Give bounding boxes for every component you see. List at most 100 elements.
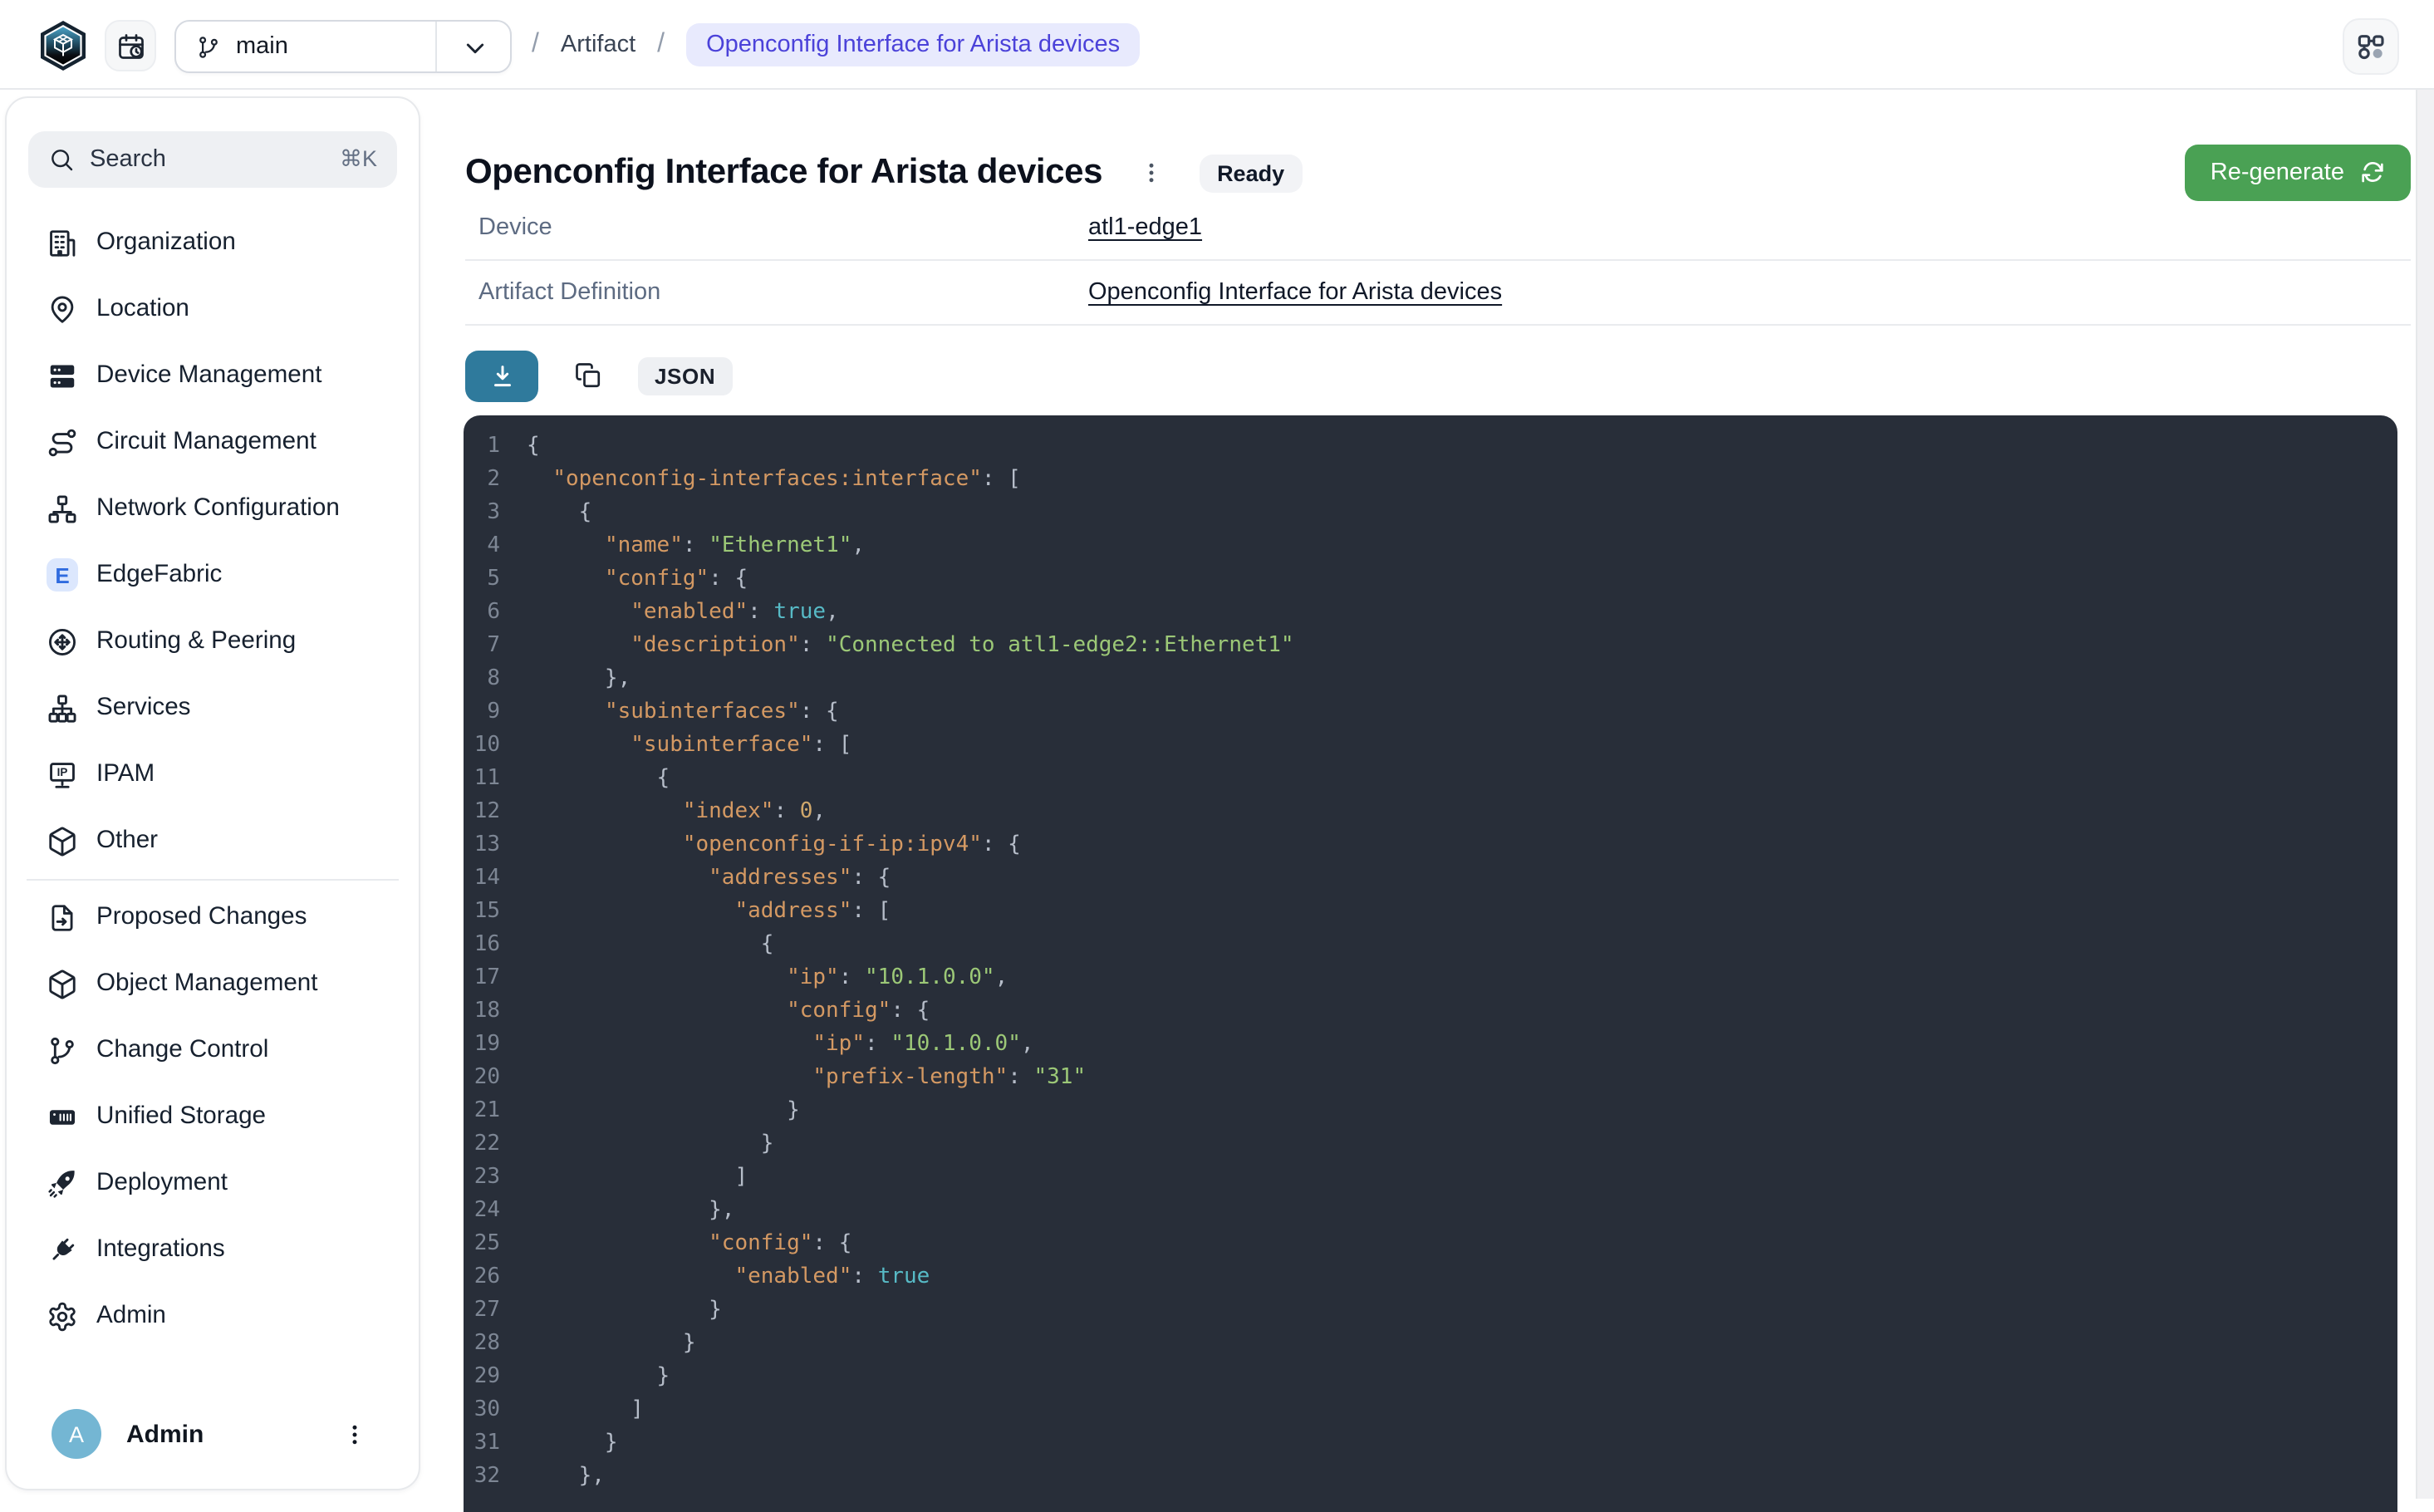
code-text: }, [527, 1195, 734, 1228]
code-text: { [527, 430, 540, 464]
download-icon [488, 361, 516, 390]
map-pin-icon [47, 293, 78, 325]
ip-monitor-icon: IP [47, 758, 78, 790]
line-number: 8 [464, 663, 527, 696]
line-number: 19 [464, 1028, 527, 1062]
app-logo[interactable] [40, 20, 86, 71]
line-number: 7 [464, 630, 527, 663]
sidebar-divider [27, 879, 399, 881]
code-line: 4 "name": "Ethernet1", [464, 530, 2397, 563]
line-number: 9 [464, 696, 527, 729]
code-text: } [527, 1128, 773, 1161]
git-branch-icon [47, 1034, 78, 1066]
download-button[interactable] [465, 350, 538, 401]
format-badge: JSON [638, 356, 732, 395]
line-number: 20 [464, 1062, 527, 1095]
breadcrumb-parent[interactable]: Artifact [561, 32, 635, 58]
sidebar-item-label: Unified Storage [96, 1103, 266, 1130]
code-text: "enabled": true [527, 1261, 930, 1294]
code-line: 11 { [464, 763, 2397, 796]
line-number: 12 [464, 796, 527, 829]
sidebar-item-label: Services [96, 695, 191, 721]
code-text: { [527, 763, 670, 796]
code-line: 15 "address": [ [464, 896, 2397, 929]
code-text: } [527, 1095, 800, 1128]
sidebar-item-object-management[interactable]: Object Management [7, 950, 419, 1017]
sidebar-item-organization[interactable]: Organization [7, 209, 419, 276]
sidebar-item-integrations[interactable]: Integrations [7, 1216, 419, 1283]
sidebar-nav: Organization Location Device Management … [7, 209, 419, 1349]
sidebar-item-location[interactable]: Location [7, 276, 419, 342]
status-badge: Ready [1199, 154, 1303, 192]
chevron-down-icon [462, 35, 488, 61]
user-row[interactable]: A Admin [7, 1396, 419, 1472]
code-text: "config": { [527, 995, 930, 1028]
regenerate-button[interactable]: Re-generate [2186, 145, 2411, 201]
code-text: "index": 0, [527, 796, 826, 829]
code-line: 1{ [464, 430, 2397, 464]
line-number: 10 [464, 729, 527, 763]
sidebar-item-ipam[interactable]: IP IPAM [7, 741, 419, 808]
branch-name: main [236, 33, 288, 60]
code-text: "openconfig-if-ip:ipv4": { [527, 829, 1021, 862]
code-line: 3 { [464, 497, 2397, 530]
sidebar-item-device-management[interactable]: Device Management [7, 342, 419, 409]
calendar-clock-button[interactable] [105, 20, 156, 71]
scrollbar-track[interactable] [2416, 90, 2434, 1499]
sidebar-item-label: Location [96, 296, 189, 322]
code-line: 2 "openconfig-interfaces:interface": [ [464, 464, 2397, 497]
building-icon [47, 227, 78, 258]
code-text: "openconfig-interfaces:interface": [ [527, 464, 1021, 497]
line-number: 16 [464, 929, 527, 962]
sidebar-item-unified-storage[interactable]: Unified Storage [7, 1083, 419, 1150]
rocket-icon [47, 1167, 78, 1199]
sidebar-item-network-configuration[interactable]: Network Configuration [7, 475, 419, 542]
compass-arrows-icon [47, 626, 78, 657]
field-row: Device atl1-edge1 [465, 196, 2411, 261]
sidebar-item-change-control[interactable]: Change Control [7, 1017, 419, 1083]
title-kebab-icon[interactable] [1139, 161, 1162, 184]
code-text: "ip": "10.1.0.0", [527, 1028, 1034, 1062]
code-text: "address": [ [527, 896, 891, 929]
line-number: 21 [464, 1095, 527, 1128]
avatar: A [52, 1409, 101, 1459]
sidebar-item-label: Circuit Management [96, 429, 317, 455]
sidebar-item-circuit-management[interactable]: Circuit Management [7, 409, 419, 475]
sidebar-item-proposed-changes[interactable]: Proposed Changes [7, 884, 419, 950]
breadcrumb-current[interactable]: Openconfig Interface for Arista devices [686, 23, 1140, 66]
line-number: 24 [464, 1195, 527, 1228]
code-text: "subinterfaces": { [527, 696, 839, 729]
route-icon [47, 426, 78, 458]
line-number: 22 [464, 1128, 527, 1161]
sidebar-item-admin[interactable]: Admin [7, 1283, 419, 1349]
sidebar: Search ⌘K Organization Location Device M… [5, 96, 420, 1490]
code-text: "addresses": { [527, 862, 891, 896]
copy-button[interactable] [565, 352, 611, 399]
code-lines: 1{2 "openconfig-interfaces:interface": [… [464, 430, 2397, 1494]
code-text: }, [527, 663, 631, 696]
hierarchy-icon [47, 692, 78, 724]
sidebar-item-edgefabric[interactable]: E EdgeFabric [7, 542, 419, 608]
line-number: 27 [464, 1294, 527, 1328]
sidebar-item-routing-peering[interactable]: Routing & Peering [7, 608, 419, 675]
sidebar-item-services[interactable]: Services [7, 675, 419, 741]
search-input[interactable]: Search ⌘K [28, 131, 397, 188]
device-link[interactable]: atl1-edge1 [1088, 214, 1202, 241]
code-text: "prefix-length": "31" [527, 1062, 1086, 1095]
topology-button[interactable] [2343, 18, 2399, 75]
sidebar-item-label: Proposed Changes [96, 904, 307, 930]
code-line: 10 "subinterface": [ [464, 729, 2397, 763]
branch-selector[interactable]: main [174, 20, 512, 73]
sidebar-item-label: EdgeFabric [96, 562, 222, 588]
edgefabric-icon: E [47, 559, 78, 591]
refresh-icon [2359, 160, 2386, 186]
user-menu-kebab-icon[interactable] [342, 1421, 367, 1446]
sidebar-item-deployment[interactable]: Deployment [7, 1150, 419, 1216]
fields-table: Device atl1-edge1 Artifact Definition Op… [465, 196, 2411, 326]
code-text: { [527, 929, 773, 962]
code-block[interactable]: 1{2 "openconfig-interfaces:interface": [… [464, 415, 2397, 1512]
line-number: 18 [464, 995, 527, 1028]
artifact-definition-link[interactable]: Openconfig Interface for Arista devices [1088, 279, 1502, 306]
sidebar-item-other[interactable]: Other [7, 808, 419, 874]
line-number: 25 [464, 1228, 527, 1261]
